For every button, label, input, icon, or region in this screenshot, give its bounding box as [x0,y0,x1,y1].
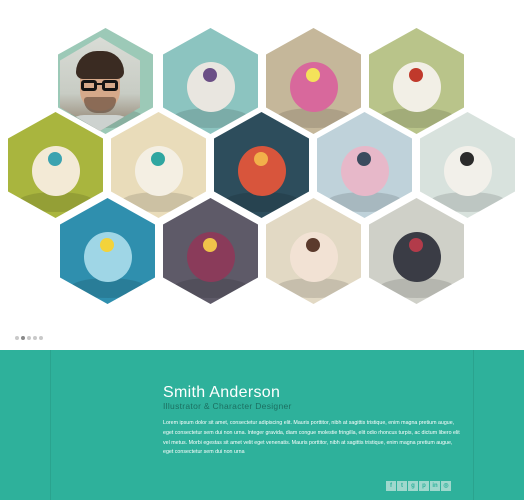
avatar-beard [84,97,116,113]
tile-artwork [317,112,412,218]
profile-bio: Lorem ipsum dolor sit amet, consectetur … [163,420,460,456]
profile-name: Smith Anderson [163,384,281,401]
gallery-tile-fox-bird-creature[interactable] [266,198,361,304]
tile-artwork [369,198,464,304]
avatar-hair [76,51,124,79]
tile-artwork [266,198,361,304]
creature-eye [306,238,320,252]
profile-role: Illustrator & Character Designer [163,401,292,411]
creature-eye [203,68,217,82]
dribbble-icon[interactable]: ◎ [441,481,451,491]
pinterest-icon[interactable]: p [419,481,429,491]
gallery-tile-white-sheep-creature[interactable] [163,28,258,134]
linkedin-icon[interactable]: in [430,481,440,491]
pager-dot[interactable] [39,336,43,340]
tile-artwork [111,112,206,218]
creature-eye [306,68,320,82]
gallery-tile-white-dancing-creature[interactable] [369,28,464,134]
gallery-tile-pink-three-eyed-monster[interactable] [266,28,361,134]
gallery-tile-hooded-white-yeti[interactable] [420,112,515,218]
creature-eye [254,152,268,166]
gallery-tile-pink-horned-pair[interactable] [317,112,412,218]
gallery-tile-tiki-totem-monster[interactable] [163,198,258,304]
creature-eye [151,152,165,166]
divider-line [473,350,474,500]
creature-eye [48,152,62,166]
tile-artwork [420,112,515,218]
glasses-icon [81,80,97,91]
gallery-tile-striped-cat-creature[interactable] [8,112,103,218]
tile-artwork [60,198,155,304]
google-plus-icon[interactable]: g [408,481,418,491]
gallery-pager [15,336,43,341]
twitter-icon[interactable]: t [397,481,407,491]
gallery-tile-white-deer-creature[interactable] [111,112,206,218]
gallery-tile-tentacle-planet-monster[interactable] [214,112,309,218]
pager-dot[interactable] [33,336,37,340]
pager-dot[interactable] [21,336,25,340]
creature-eye [357,152,371,166]
social-links: f t g p in ◎ [386,481,451,491]
glasses-icon [102,80,118,91]
creature-eye [100,238,114,252]
tile-artwork [8,112,103,218]
tile-artwork [266,28,361,134]
facebook-icon[interactable]: f [386,481,396,491]
glasses-bridge [97,83,103,85]
creature-eye [409,238,423,252]
pager-dot[interactable] [15,336,19,340]
tile-artwork [214,112,309,218]
tile-artwork [369,28,464,134]
tile-artwork [163,28,258,134]
pager-dot[interactable] [27,336,31,340]
divider-line [50,350,51,500]
gallery-tile-horned-owl-creature[interactable] [369,198,464,304]
gallery-tile-jellyfish-sea[interactable] [60,198,155,304]
tile-artwork [163,198,258,304]
creature-eye [460,152,474,166]
creature-eye [203,238,217,252]
creature-eye [409,68,423,82]
